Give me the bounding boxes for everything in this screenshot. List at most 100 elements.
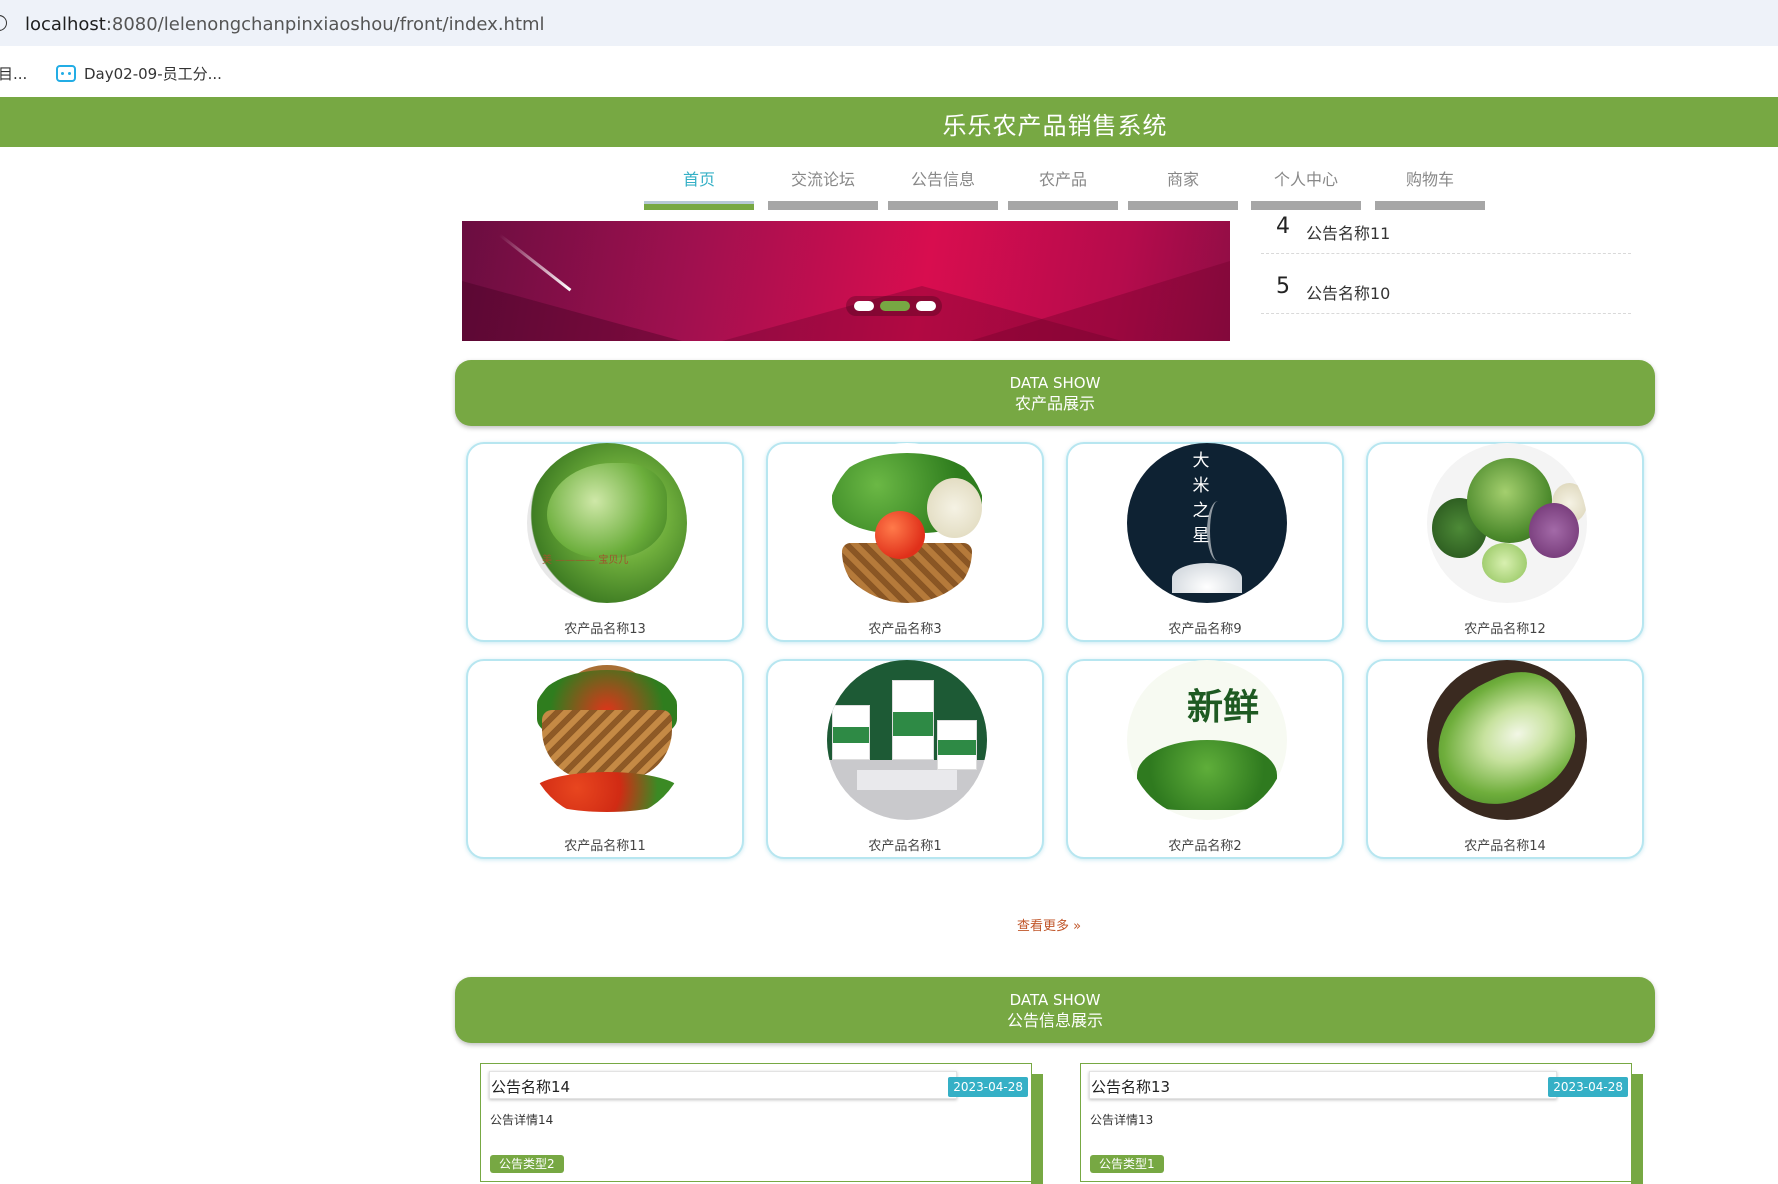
basket-shape — [542, 710, 672, 780]
package-shape — [937, 720, 977, 770]
cauliflower-shape — [927, 478, 982, 538]
section-title: 公告信息展示 — [1006, 1011, 1103, 1030]
banner-shape — [462, 281, 682, 341]
nav-products[interactable]: 农产品 — [1008, 166, 1118, 210]
nav-underline — [1008, 201, 1118, 210]
nav-label: 农产品 — [1038, 170, 1087, 189]
nav-label: 公告信息 — [910, 170, 975, 189]
fresh-poster-text: 新鲜 — [1187, 686, 1260, 728]
url-path: :8080/lelenongchanpinxiaoshou/front/inde… — [105, 14, 545, 35]
bookmark-folder[interactable]: 目... — [0, 63, 27, 84]
package-stripe — [893, 712, 933, 736]
address-bar[interactable]: localhost:8080/lelenongchanpinxiaoshou/f… — [0, 0, 1778, 46]
product-card[interactable]: 农产品名称3 — [766, 442, 1044, 642]
notice-title: 公告名称10 — [1306, 284, 1391, 303]
carousel-indicators — [846, 296, 942, 316]
product-name[interactable]: 农产品名称3 — [768, 618, 1042, 637]
product-card[interactable]: 新鲜 农产品名称2 — [1066, 659, 1344, 859]
package-shape — [892, 680, 934, 760]
rice-shape — [1172, 563, 1242, 593]
product-card[interactable]: 大米之星 农产品名称9 — [1066, 442, 1344, 642]
bookmark-bilibili[interactable]: Day02-09-员工分... — [56, 63, 222, 84]
product-name[interactable]: 农产品名称13 — [468, 618, 742, 637]
product-image[interactable] — [827, 660, 987, 820]
product-image[interactable] — [1427, 443, 1587, 603]
nav-underline — [888, 201, 998, 210]
product-image[interactable] — [527, 660, 687, 820]
product-name[interactable]: 农产品名称14 — [1368, 835, 1642, 854]
product-image[interactable]: 美 ———— 宝贝儿 — [527, 443, 687, 603]
notice-desc: 公告详情13 — [1090, 1113, 1154, 1127]
notice-card[interactable]: 公告名称13 2023-04-28 公告详情13 公告类型1 — [1080, 1063, 1643, 1184]
notices-section-header: DATA SHOW 公告信息展示 — [455, 977, 1655, 1043]
banner-shape — [970, 261, 1230, 341]
kohlrabi-shape — [1482, 543, 1527, 583]
url-text[interactable]: localhost:8080/lelenongchanpinxiaoshou/f… — [25, 14, 545, 35]
product-card[interactable]: 农产品名称12 — [1366, 442, 1644, 642]
nav-merchants[interactable]: 商家 — [1128, 166, 1238, 210]
double-chevron-right-icon: » — [1073, 919, 1082, 934]
bookmarks-bar: 目... Day02-09-员工分... — [0, 46, 1778, 97]
site-header: 乐乐农产品销售系统 — [0, 97, 1778, 147]
site-info-icon[interactable] — [0, 15, 7, 31]
card-accent-bar — [1031, 1074, 1043, 1184]
product-name[interactable]: 农产品名称9 — [1068, 618, 1342, 637]
view-more-link[interactable]: 查看更多 » — [1017, 915, 1081, 934]
banner-carousel[interactable] — [462, 221, 1230, 341]
nav-forum[interactable]: 交流论坛 — [768, 166, 878, 210]
nav-label: 购物车 — [1405, 170, 1454, 189]
carousel-dot-active[interactable] — [880, 301, 910, 311]
product-image[interactable]: 新鲜 — [1127, 660, 1287, 820]
nav-underline — [644, 201, 754, 210]
bilibili-icon — [56, 65, 76, 82]
notice-desc: 公告详情14 — [490, 1113, 554, 1127]
notice-date-badge: 2023-04-28 — [1548, 1077, 1628, 1097]
notice-title[interactable]: 公告名称14 — [491, 1076, 570, 1097]
url-host: localhost — [25, 14, 106, 35]
product-name[interactable]: 农产品名称2 — [1068, 835, 1342, 854]
cabbage-shape — [547, 463, 667, 558]
notice-title: 公告名称11 — [1306, 224, 1391, 243]
section-subtitle: DATA SHOW — [1009, 374, 1101, 392]
package-stripe — [833, 727, 869, 744]
product-card[interactable]: 美 ———— 宝贝儿 农产品名称13 — [466, 442, 744, 642]
notice-rank: 5 — [1276, 274, 1290, 299]
product-image[interactable] — [827, 443, 987, 603]
nav-notices[interactable]: 公告信息 — [888, 166, 998, 210]
vegetables-shape — [1137, 740, 1277, 810]
bookmark-label: Day02-09-员工分... — [84, 65, 222, 83]
notice-title-box: 公告名称14 — [489, 1071, 957, 1099]
nav-label: 商家 — [1166, 170, 1199, 189]
product-name[interactable]: 农产品名称1 — [768, 835, 1042, 854]
carousel-dot[interactable] — [916, 301, 936, 311]
product-card[interactable]: 农产品名称14 — [1366, 659, 1644, 859]
nav-home[interactable]: 首页 — [644, 166, 754, 210]
notice-title[interactable]: 公告名称13 — [1091, 1076, 1170, 1097]
package-shape — [832, 705, 870, 760]
notice-date-badge: 2023-04-28 — [948, 1077, 1028, 1097]
products-section-header: DATA SHOW 农产品展示 — [455, 360, 1655, 426]
product-image[interactable]: 大米之星 — [1127, 443, 1287, 603]
product-name[interactable]: 农产品名称12 — [1368, 618, 1642, 637]
carousel-dot[interactable] — [854, 301, 874, 311]
view-more-label: 查看更多 — [1017, 919, 1070, 934]
notice-rank: 4 — [1276, 214, 1290, 239]
site-title: 乐乐农产品销售系统 — [942, 112, 1168, 140]
tomatoes-shape — [532, 772, 682, 812]
nav-label: 交流论坛 — [790, 170, 855, 189]
image-watermark: 美 ———— 宝贝儿 — [542, 555, 629, 566]
product-name[interactable]: 农产品名称11 — [468, 835, 742, 854]
display-step — [857, 770, 957, 790]
tomato-shape — [875, 511, 925, 559]
notice-card[interactable]: 公告名称14 2023-04-28 公告详情14 公告类型2 — [480, 1063, 1043, 1184]
product-card[interactable]: 农产品名称11 — [466, 659, 744, 859]
product-image[interactable] — [1427, 660, 1587, 820]
notice-list-item[interactable]: 5 公告名称10 — [1261, 260, 1631, 314]
notice-list-item[interactable]: 4 公告名称11 — [1261, 200, 1631, 254]
purple-cabbage-shape — [1529, 503, 1579, 558]
napa-cabbage-shape — [1427, 660, 1587, 820]
product-card[interactable]: 农产品名称1 — [766, 659, 1044, 859]
section-title: 农产品展示 — [1014, 394, 1095, 413]
card-accent-bar — [1631, 1074, 1643, 1184]
notice-type-tag: 公告类型1 — [1090, 1155, 1164, 1173]
